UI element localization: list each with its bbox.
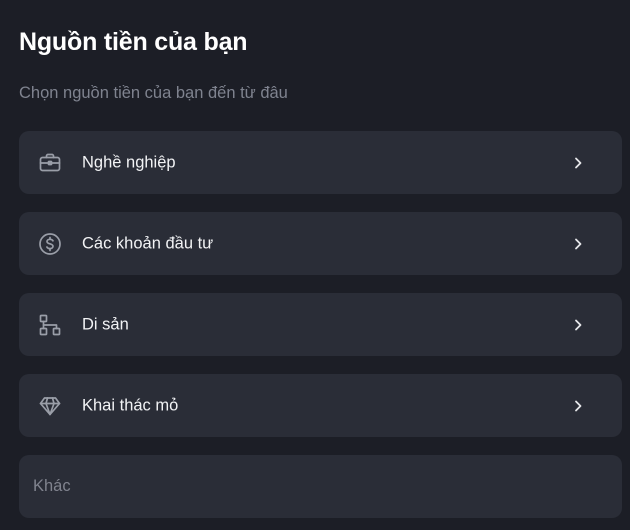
briefcase-icon [38,151,62,175]
option-inheritance[interactable]: Di sản [19,293,622,356]
chevron-right-icon [572,398,584,414]
source-of-funds-page: Nguồn tiền của bạn Chọn nguồn tiền của b… [0,0,630,530]
option-investments[interactable]: Các khoản đầu tư [19,212,622,275]
hierarchy-icon [38,313,62,337]
option-mining[interactable]: Khai thác mỏ [19,374,622,437]
option-label: Khai thác mỏ [82,396,179,414]
other-source-input[interactable] [19,455,622,518]
option-label: Di sản [82,315,129,333]
chevron-right-icon [572,236,584,252]
diamond-icon [38,394,62,418]
option-label: Các khoản đầu tư [82,234,214,252]
page-title: Nguồn tiền của bạn [19,28,248,56]
chevron-right-icon [572,155,584,171]
chevron-right-icon [572,317,584,333]
option-career[interactable]: Nghề nghiệp [19,131,622,194]
dollar-circle-icon [38,232,62,256]
option-label: Nghề nghiệp [82,153,176,171]
page-subtitle: Chọn nguồn tiền của bạn đến từ đâu [19,84,288,102]
